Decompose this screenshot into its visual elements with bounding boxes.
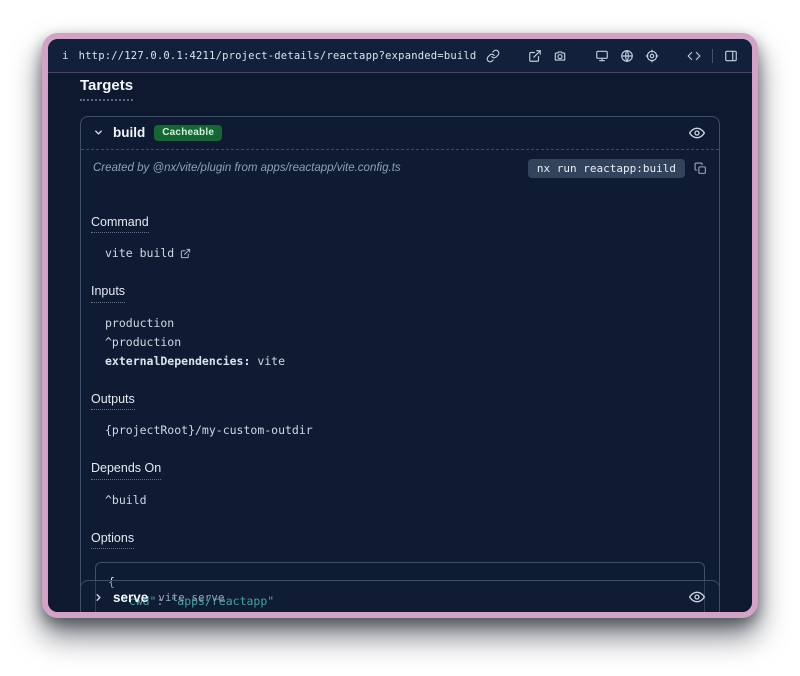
titlebar: i http://127.0.0.1:4211/project-details/… [48, 39, 752, 73]
command-value-row: vite build [105, 246, 709, 260]
depends-on-label-text: Depends On [91, 461, 161, 480]
run-command-chip[interactable]: nx run reactapp:build [528, 159, 685, 178]
inputs-label-text: Inputs [91, 284, 125, 303]
output-item: {projectRoot}/my-custom-outdir [105, 423, 709, 437]
monitor-icon[interactable] [595, 49, 609, 63]
build-card-subheader: Created by @nx/vite/plugin from apps/rea… [81, 150, 719, 187]
target-card-serve: serve vite serve [80, 580, 720, 612]
titlebar-toolbar [486, 49, 738, 63]
view-target-button[interactable] [687, 587, 707, 607]
target-name: serve [113, 590, 148, 605]
outputs-label-text: Outputs [91, 392, 135, 411]
external-link-icon[interactable] [180, 248, 191, 259]
globe-icon[interactable] [620, 49, 634, 63]
input-item-text: production [105, 316, 174, 330]
target-icon[interactable] [645, 49, 659, 63]
target-name: build [113, 125, 145, 140]
view-target-button[interactable] [687, 123, 707, 143]
cacheable-badge: Cacheable [154, 125, 222, 141]
input-item-text: ^production [105, 335, 181, 349]
target-subtitle: vite serve [158, 591, 224, 604]
command-label: Command [91, 215, 709, 234]
external-deps-key: externalDependencies: [105, 354, 250, 368]
url-text[interactable]: http://127.0.0.1:4211/project-details/re… [79, 50, 477, 62]
targets-heading-text: Targets [80, 77, 133, 101]
outputs-label: Outputs [91, 392, 709, 411]
export-icon[interactable] [528, 49, 542, 63]
chevron-right-icon[interactable] [93, 592, 104, 603]
external-deps-value: vite [250, 354, 285, 368]
serve-card-header[interactable]: serve vite serve [81, 581, 719, 612]
created-by-text: Created by @nx/vite/plugin from apps/rea… [93, 162, 401, 174]
targets-heading: Targets [80, 73, 720, 101]
output-item-text: {projectRoot}/my-custom-outdir [105, 423, 313, 437]
camera-icon[interactable] [553, 49, 567, 63]
options-label-text: Options [91, 531, 134, 550]
input-item: production [105, 316, 709, 330]
input-item: ^production [105, 335, 709, 349]
chevron-down-icon[interactable] [93, 127, 104, 138]
command-label-text: Command [91, 215, 149, 234]
external-deps-row: externalDependencies: vite [105, 354, 285, 368]
input-item-external-deps: externalDependencies: vite [105, 354, 709, 368]
depends-on-item: ^build [105, 493, 709, 507]
browser-window: i http://127.0.0.1:4211/project-details/… [42, 33, 758, 618]
target-card-build: build Cacheable Created by @nx/vite/plug… [80, 116, 720, 612]
depends-on-label: Depends On [91, 461, 709, 480]
inputs-label: Inputs [91, 284, 709, 303]
build-card-body: Command vite build Inputs production ^pr… [81, 187, 719, 612]
info-icon[interactable]: i [62, 49, 69, 62]
build-card-header[interactable]: build Cacheable [81, 117, 719, 150]
sidebar-icon[interactable] [724, 49, 738, 63]
toolbar-divider [712, 49, 713, 63]
code-icon[interactable] [687, 49, 701, 63]
command-value: vite build [105, 246, 174, 260]
page-content: Targets build Cacheable Created by @nx/v… [48, 73, 752, 612]
link-icon[interactable] [486, 49, 500, 63]
options-label: Options [91, 531, 709, 550]
depends-on-item-text: ^build [105, 493, 147, 507]
copy-icon[interactable] [694, 162, 707, 175]
